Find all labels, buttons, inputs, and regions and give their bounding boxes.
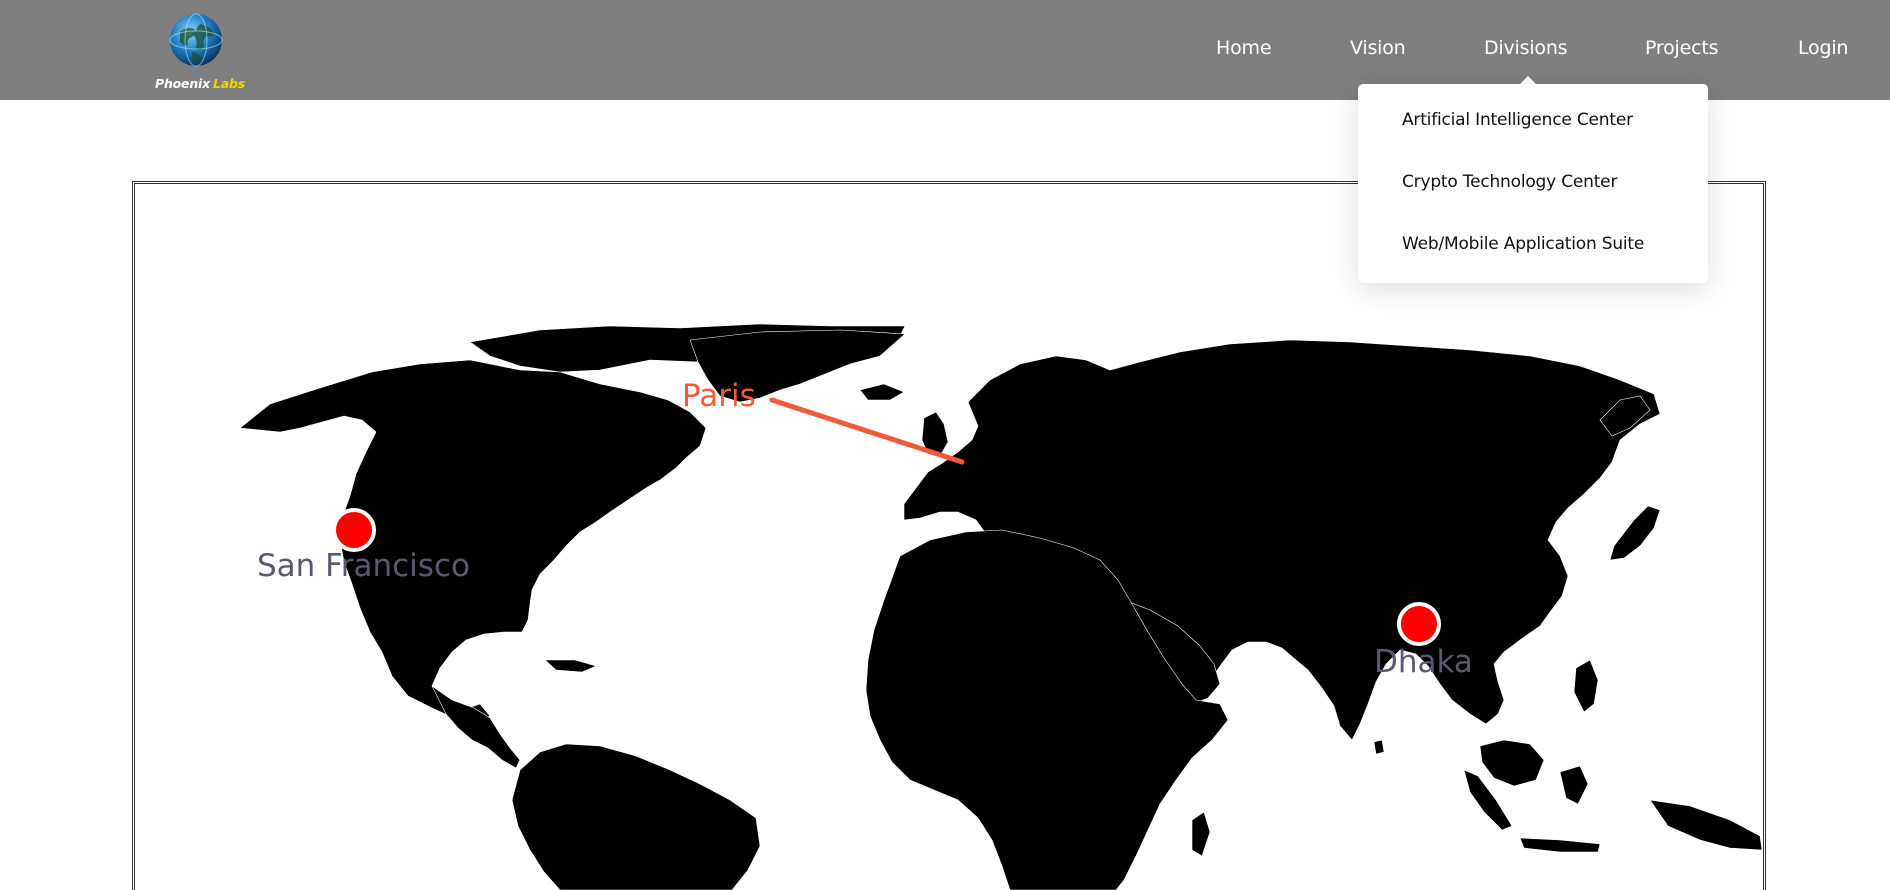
central-america [431,685,521,769]
city-label-paris: Paris [682,378,756,414]
iceland [859,383,905,401]
south-america [511,743,761,890]
madagascar [1191,811,1211,857]
city-label-san-francisco: San Francisco [257,548,470,584]
new-guinea [1649,799,1763,851]
map-marker-dhaka[interactable] [1397,602,1441,646]
caribbean [544,659,597,673]
dropdown-item-ai-center[interactable]: Artificial Intelligence Center [1402,110,1633,130]
java [1519,837,1601,853]
philippines [1573,659,1599,713]
map-landmass [239,323,1763,890]
dropdown-item-crypto-center[interactable]: Crypto Technology Center [1402,172,1617,192]
city-label-dhaka: Dhaka [1374,644,1473,680]
sulawesi [1559,765,1589,805]
map-marker-san-francisco[interactable] [332,508,376,552]
borneo [1479,739,1545,787]
dropdown-caret [1520,76,1536,84]
divisions-dropdown-menu: Artificial Intelligence Center Crypto Te… [1358,84,1708,283]
north-america [239,359,707,725]
japan [1609,505,1661,561]
sri-lanka [1373,739,1385,755]
dropdown-item-web-mobile-suite[interactable]: Web/Mobile Application Suite [1402,234,1644,254]
